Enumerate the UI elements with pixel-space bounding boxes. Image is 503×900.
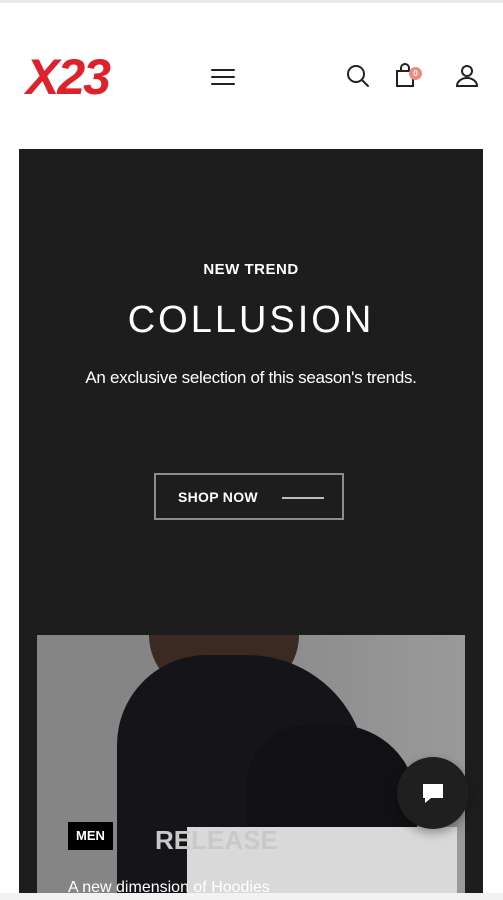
hamburger-menu-icon[interactable]	[206, 64, 240, 90]
user-icon[interactable]	[453, 62, 481, 90]
shop-now-label: SHOP NOW	[178, 489, 258, 505]
cart-count-badge: 0	[409, 67, 422, 80]
hero-subtitle: An exclusive selection of this season's …	[85, 368, 417, 387]
category-tag[interactable]: MEN	[68, 822, 113, 850]
hero-title: COLLUSION	[127, 299, 375, 341]
product-card[interactable]: RELEASE MEN A new dimension of Hoodies	[37, 635, 465, 900]
chat-bubble-icon[interactable]	[397, 757, 469, 829]
page: X23 0 NEW TREND COLLUSION An exclusive s…	[0, 0, 503, 900]
shopping-bag-icon[interactable]: 0	[393, 62, 422, 90]
top-divider	[0, 0, 503, 3]
bottom-bar	[0, 893, 503, 900]
garment-print-text: RELEASE	[155, 825, 278, 855]
brand-logo[interactable]: X23	[26, 52, 111, 102]
search-icon[interactable]	[344, 62, 372, 90]
site-header: X23 0	[0, 30, 503, 120]
shop-now-button[interactable]: SHOP NOW	[154, 473, 344, 520]
arrow-line-icon	[282, 497, 324, 499]
hero-eyebrow: NEW TREND	[203, 261, 299, 278]
